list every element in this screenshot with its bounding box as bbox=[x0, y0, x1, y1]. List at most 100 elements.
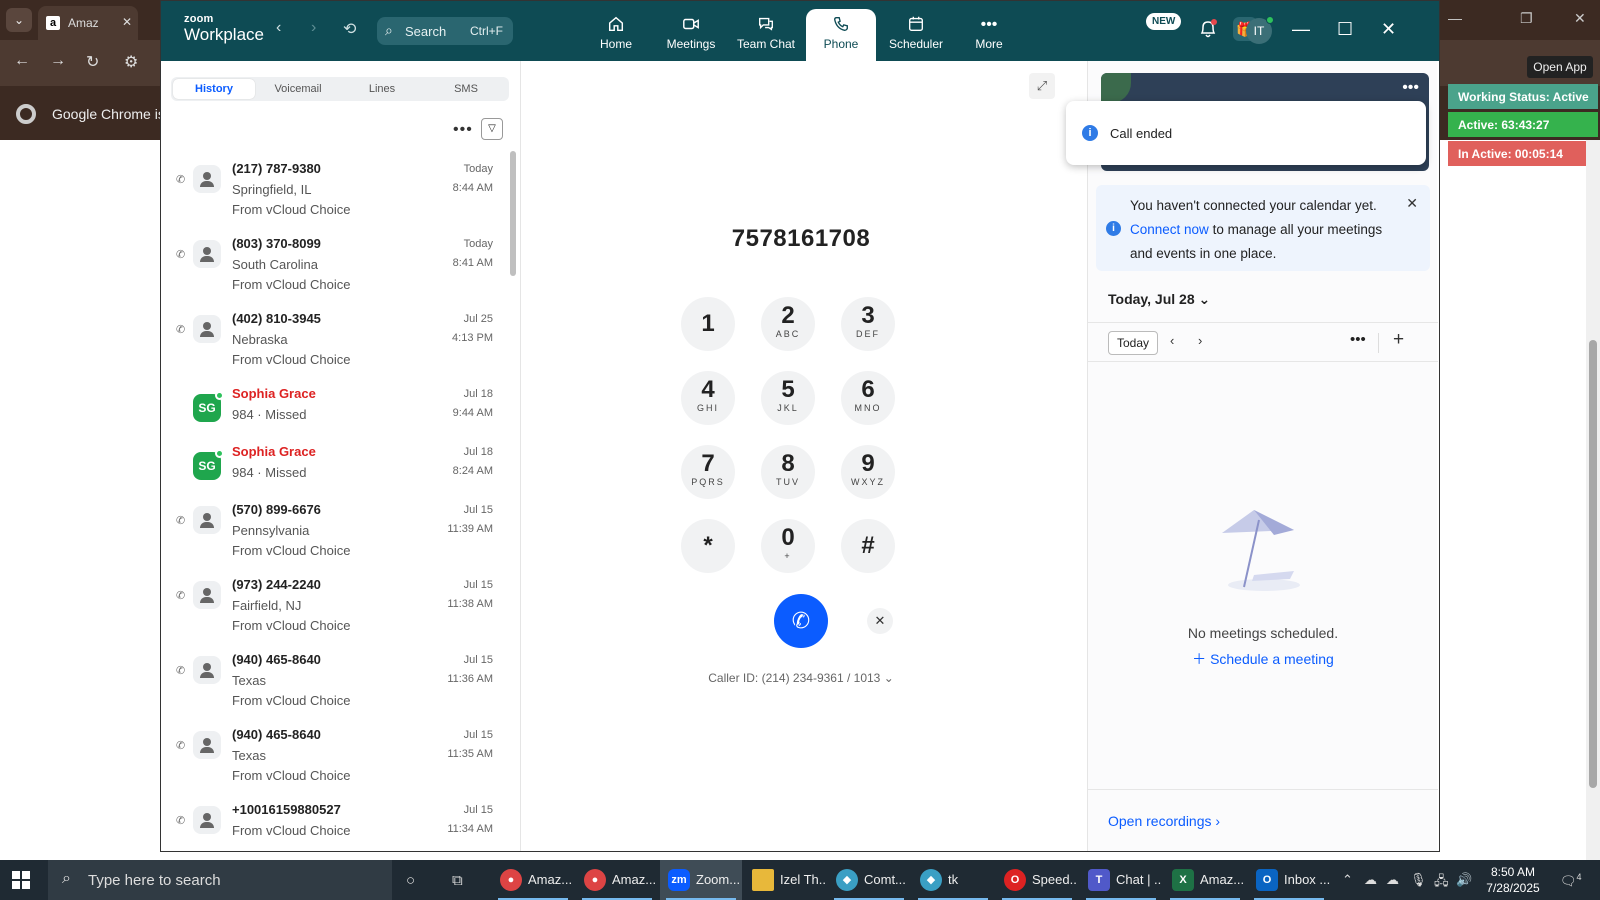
list-item[interactable]: ✆ +10016159880527 From vCloud Choice Jul … bbox=[161, 802, 506, 851]
tab-sms[interactable]: SMS bbox=[425, 79, 507, 99]
tab-voicemail[interactable]: Voicemail bbox=[257, 79, 339, 99]
more-options-icon[interactable]: ••• bbox=[453, 121, 473, 139]
filter-icon[interactable]: ▽ bbox=[481, 118, 503, 140]
search-input[interactable]: ⌕ Search Ctrl+F bbox=[377, 17, 513, 45]
key-9[interactable]: 9 WXYZ bbox=[841, 445, 895, 499]
tab-search-dropdown[interactable]: ⌄ bbox=[6, 8, 32, 32]
list-item[interactable]: ✆ (217) 787-9380 Springfield, IL From vClo… bbox=[161, 161, 506, 231]
list-item[interactable]: ✆ (803) 370-8099 South Carolina From vClou… bbox=[161, 236, 506, 306]
forward-icon[interactable]: → bbox=[50, 52, 66, 70]
clear-button[interactable]: ✕ bbox=[867, 608, 893, 634]
back-icon[interactable]: ← bbox=[14, 52, 30, 70]
browser-tab[interactable]: a Amaz ✕ bbox=[38, 6, 138, 40]
dialed-number[interactable]: 7578161708 bbox=[521, 225, 1081, 253]
maximize-icon[interactable]: ☐ bbox=[1337, 19, 1353, 40]
tab-meetings[interactable]: Meetings bbox=[656, 9, 726, 61]
open-app-button[interactable]: Open App bbox=[1527, 56, 1593, 78]
tab-home[interactable]: Home bbox=[581, 9, 651, 61]
open-recordings-link[interactable]: Open recordings › bbox=[1108, 813, 1220, 829]
chevron-up-icon[interactable]: ⌃ bbox=[1342, 872, 1353, 888]
key-1[interactable]: 1 bbox=[681, 297, 735, 351]
tab-phone[interactable]: Phone bbox=[806, 9, 876, 61]
avatar[interactable]: IT bbox=[1246, 16, 1274, 44]
taskbar-app[interactable]: ● Amaz... bbox=[492, 860, 574, 900]
bell-icon[interactable] bbox=[1199, 19, 1217, 44]
tab-history[interactable]: History bbox=[173, 79, 255, 99]
onedrive-icon[interactable]: ☁ bbox=[1364, 872, 1377, 888]
key-5[interactable]: 5 JKL bbox=[761, 371, 815, 425]
taskbar-app[interactable]: ◆ tk bbox=[912, 860, 994, 900]
call-icon: ✆ bbox=[176, 249, 186, 261]
page-scrollbar[interactable] bbox=[1586, 140, 1600, 860]
minimize-icon[interactable]: — bbox=[1448, 10, 1462, 26]
tab-lines[interactable]: Lines bbox=[341, 79, 423, 99]
list-item[interactable]: ✆ (570) 899-6676 Pennsylvania From vCloud … bbox=[161, 502, 506, 572]
key-0[interactable]: 0 + bbox=[761, 519, 815, 573]
today-button[interactable]: Today bbox=[1108, 331, 1159, 355]
windows-start-icon[interactable] bbox=[12, 871, 30, 889]
taskbar-app[interactable]: ◆ Comt... bbox=[828, 860, 910, 900]
taskbar-search-input[interactable]: ⌕ Type here to search bbox=[48, 860, 392, 900]
cortana-icon[interactable]: ○ bbox=[406, 872, 415, 889]
reload-icon[interactable]: ↻ bbox=[86, 52, 99, 72]
site-info-icon[interactable]: ⚙ bbox=[124, 52, 138, 72]
tab-scheduler[interactable]: Scheduler bbox=[881, 9, 951, 61]
minimize-icon[interactable]: — bbox=[1292, 19, 1310, 40]
taskbar-app[interactable]: Izel Th... bbox=[744, 860, 826, 900]
list-item[interactable]: ✆ (940) 465-8640 Texas From vCloud Choice … bbox=[161, 652, 506, 722]
taskbar-clock[interactable]: 8:50 AM 7/28/2025 bbox=[1478, 864, 1548, 896]
taskbar-app[interactable]: O Speed... bbox=[996, 860, 1078, 900]
connect-now-link[interactable]: Connect now bbox=[1130, 222, 1209, 237]
key-hash[interactable]: # bbox=[841, 519, 895, 573]
add-icon[interactable]: + bbox=[1393, 329, 1404, 351]
chevron-right-icon[interactable]: › bbox=[1198, 333, 1202, 348]
cloud-icon[interactable]: ☁ bbox=[1386, 872, 1399, 888]
list-item[interactable]: ✆ (973) 244-2240 Fairfield, NJ From vCloud… bbox=[161, 577, 506, 647]
key-3[interactable]: 3 DEF bbox=[841, 297, 895, 351]
taskbar-app[interactable]: X Amaz... bbox=[1164, 860, 1246, 900]
schedule-meeting-link[interactable]: ＋ Schedule a meeting bbox=[1088, 649, 1438, 669]
list-item[interactable]: SG Sophia Grace 984 · Missed Jul 18 9:44 A… bbox=[161, 386, 506, 438]
list-item[interactable]: ✆ (402) 810-3945 Nebraska From vCloud Choi… bbox=[161, 311, 506, 381]
close-icon[interactable]: ✕ bbox=[1406, 195, 1418, 212]
contact-icon bbox=[193, 581, 221, 609]
key-8[interactable]: 8 TUV bbox=[761, 445, 815, 499]
history-scrollbar[interactable] bbox=[510, 151, 516, 276]
list-item[interactable]: SG Sophia Grace 984 · Missed Jul 18 8:24 A… bbox=[161, 444, 506, 496]
key-2[interactable]: 2 ABC bbox=[761, 297, 815, 351]
forward-icon[interactable]: › bbox=[311, 19, 316, 37]
tab-more[interactable]: ••• More bbox=[954, 9, 1024, 61]
key-7[interactable]: 7 PQRS bbox=[681, 445, 735, 499]
list-item[interactable]: ✆ (940) 465-8640 Texas From vCloud Choice … bbox=[161, 727, 506, 797]
chevron-left-icon[interactable]: ‹ bbox=[1170, 333, 1174, 348]
more-options-icon[interactable]: ••• bbox=[1402, 79, 1419, 97]
key-4[interactable]: 4 GHI bbox=[681, 371, 735, 425]
network-icon[interactable]: 🖧 bbox=[1434, 872, 1449, 894]
calendar-icon bbox=[881, 15, 951, 37]
taskbar-app[interactable]: T Chat | ... bbox=[1080, 860, 1162, 900]
key-star[interactable]: * bbox=[681, 519, 735, 573]
tab-team-chat[interactable]: Team Chat bbox=[731, 9, 801, 61]
call-button[interactable]: ✆ bbox=[774, 594, 828, 648]
caller-id-selector[interactable]: Caller ID: (214) 234-9361 / 1013 ⌄ bbox=[521, 671, 1081, 685]
notifications-icon[interactable]: 🗨4 bbox=[1560, 872, 1582, 889]
restore-icon[interactable]: ❐ bbox=[1520, 10, 1533, 27]
taskbar-app[interactable]: zm Zoom... bbox=[660, 860, 742, 900]
more-options-icon[interactable]: ••• bbox=[1350, 331, 1366, 348]
taskbar-app[interactable]: ● Amaz... bbox=[576, 860, 658, 900]
expand-icon[interactable]: ⤢ bbox=[1029, 73, 1055, 99]
history-icon[interactable]: ⟲ bbox=[343, 19, 356, 39]
taskbar-app[interactable]: O Inbox ... bbox=[1248, 860, 1330, 900]
day-selector[interactable]: Today, Jul 28 ⌄ bbox=[1108, 291, 1210, 308]
close-window-icon[interactable]: ✕ bbox=[1574, 10, 1586, 27]
active-time-badge: Active: 63:43:27 bbox=[1448, 112, 1598, 137]
back-icon[interactable]: ‹ bbox=[276, 19, 281, 37]
volume-icon[interactable]: 🔊 bbox=[1456, 872, 1472, 888]
task-view-icon[interactable]: ⧉ bbox=[452, 872, 463, 889]
microphone-icon[interactable]: 🎙 bbox=[1410, 872, 1427, 888]
key-6[interactable]: 6 MNO bbox=[841, 371, 895, 425]
scrollbar-thumb[interactable] bbox=[1589, 340, 1597, 788]
close-icon[interactable]: ✕ bbox=[1381, 19, 1396, 40]
chevron-down-icon: ⌄ bbox=[1198, 291, 1211, 307]
close-tab-icon[interactable]: ✕ bbox=[122, 15, 132, 29]
